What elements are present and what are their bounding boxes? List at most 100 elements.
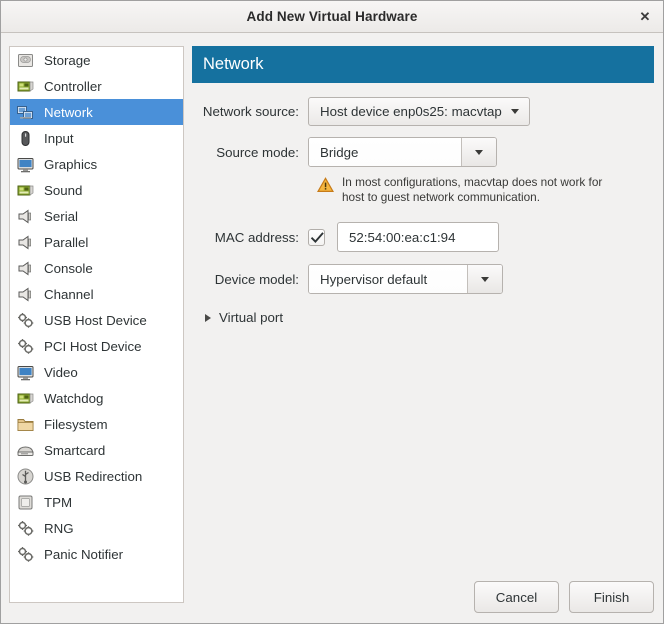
sidebar-item-rng[interactable]: RNG bbox=[10, 515, 183, 541]
source-mode-combo[interactable]: Bridge bbox=[308, 137, 497, 167]
sidebar-item-input[interactable]: Input bbox=[10, 125, 183, 151]
macvtap-warning-text: In most configurations, macvtap does not… bbox=[342, 175, 603, 204]
sidebar-item-panic-notifier[interactable]: Panic Notifier bbox=[10, 541, 183, 567]
sidebar-item-label: Sound bbox=[44, 182, 83, 198]
chevron-right-icon bbox=[205, 313, 211, 322]
sidebar-item-label: Parallel bbox=[44, 234, 89, 250]
device-model-label: Device model: bbox=[214, 271, 299, 287]
sidebar-item-label: Filesystem bbox=[44, 416, 108, 432]
network-form: Network source: Host device enp0s25: mac… bbox=[192, 83, 654, 325]
smartcard-reader-icon bbox=[16, 441, 35, 460]
sidebar-item-label: TPM bbox=[44, 494, 73, 510]
source-mode-dropdown-button[interactable] bbox=[461, 138, 496, 166]
controller-card-icon bbox=[16, 77, 35, 96]
source-mode-value: Bridge bbox=[309, 138, 461, 166]
sidebar-item-label: Storage bbox=[44, 52, 91, 68]
sidebar-item-console[interactable]: Console bbox=[10, 255, 183, 281]
usb-plug-icon bbox=[16, 467, 35, 486]
source-mode-row: Source mode: Bridge bbox=[192, 137, 654, 167]
sound-card-icon bbox=[16, 181, 35, 200]
macvtap-warning: In most configurations, macvtap does not… bbox=[316, 175, 654, 205]
hardware-category-list[interactable]: Storage Controller Network Input Graphics Sou… bbox=[9, 46, 184, 603]
pci-host-gears-icon bbox=[16, 337, 35, 356]
sidebar-item-filesystem[interactable]: Filesystem bbox=[10, 411, 183, 437]
sidebar-item-graphics[interactable]: Graphics bbox=[10, 151, 183, 177]
sidebar-item-label: Channel bbox=[44, 286, 94, 302]
dialog-footer: Cancel Finish bbox=[474, 581, 654, 613]
sidebar-item-tpm[interactable]: TPM bbox=[10, 489, 183, 515]
sidebar-item-label: Watchdog bbox=[44, 390, 104, 406]
monitor-icon bbox=[16, 155, 35, 174]
finish-button[interactable]: Finish bbox=[569, 581, 654, 613]
source-mode-label: Source mode: bbox=[216, 144, 299, 160]
mac-address-value: 52:54:00:ea:c1:94 bbox=[349, 229, 456, 245]
network-icon bbox=[16, 103, 35, 122]
channel-port-icon bbox=[16, 285, 35, 304]
mac-address-input[interactable]: 52:54:00:ea:c1:94 bbox=[337, 222, 499, 252]
sidebar-item-label: USB Redirection bbox=[44, 468, 143, 484]
device-model-combo[interactable]: Hypervisor default bbox=[308, 264, 503, 294]
parallel-port-icon bbox=[16, 233, 35, 252]
sidebar-item-pci-host-device[interactable]: PCI Host Device bbox=[10, 333, 183, 359]
warning-triangle-icon bbox=[316, 177, 335, 198]
sidebar-item-label: Panic Notifier bbox=[44, 546, 124, 562]
network-source-value: Host device enp0s25: macvtap bbox=[320, 104, 502, 119]
device-model-row: Device model: Hypervisor default bbox=[192, 264, 654, 294]
chip-icon bbox=[16, 493, 35, 512]
sidebar-item-label: RNG bbox=[44, 520, 74, 536]
sidebar-item-usb-redirection[interactable]: USB Redirection bbox=[10, 463, 183, 489]
watchdog-card-icon bbox=[16, 389, 35, 408]
sidebar-item-smartcard[interactable]: Smartcard bbox=[10, 437, 183, 463]
chevron-down-icon bbox=[481, 276, 489, 282]
serial-port-icon bbox=[16, 207, 35, 226]
cancel-button[interactable]: Cancel bbox=[474, 581, 559, 613]
sidebar-item-label: Video bbox=[44, 364, 78, 380]
sidebar-item-storage[interactable]: Storage bbox=[10, 47, 183, 73]
network-source-combo[interactable]: Host device enp0s25: macvtap bbox=[308, 97, 530, 126]
video-monitor-icon bbox=[16, 363, 35, 382]
sidebar-item-label: Controller bbox=[44, 78, 102, 94]
sidebar-item-label: Network bbox=[44, 104, 93, 120]
mac-address-row: MAC address: 52:54:00:ea:c1:94 bbox=[192, 222, 654, 252]
sidebar-item-label: Serial bbox=[44, 208, 78, 224]
sidebar-item-network[interactable]: Network bbox=[10, 99, 183, 125]
rng-gears-icon bbox=[16, 519, 35, 538]
virtual-port-expander[interactable]: Virtual port bbox=[205, 310, 654, 325]
close-icon[interactable]: ✕ bbox=[633, 5, 657, 28]
chevron-down-icon bbox=[475, 149, 483, 155]
sidebar-item-label: USB Host Device bbox=[44, 312, 147, 328]
device-model-value: Hypervisor default bbox=[309, 265, 467, 293]
folder-icon bbox=[16, 415, 35, 434]
sidebar-item-label: Smartcard bbox=[44, 442, 106, 458]
panel-header: Network bbox=[192, 46, 654, 83]
panic-gears-icon bbox=[16, 545, 35, 564]
sidebar-item-label: Input bbox=[44, 130, 74, 146]
sidebar-item-sound[interactable]: Sound bbox=[10, 177, 183, 203]
sidebar-item-controller[interactable]: Controller bbox=[10, 73, 183, 99]
sidebar-item-usb-host-device[interactable]: USB Host Device bbox=[10, 307, 183, 333]
network-source-row: Network source: Host device enp0s25: mac… bbox=[192, 97, 654, 126]
chevron-down-icon bbox=[510, 109, 519, 114]
virtual-port-label: Virtual port bbox=[219, 310, 284, 325]
sidebar-item-watchdog[interactable]: Watchdog bbox=[10, 385, 183, 411]
dialog-body: Storage Controller Network Input Graphics Sou… bbox=[1, 33, 663, 623]
panel-title: Network bbox=[203, 55, 264, 73]
mac-address-checkbox[interactable] bbox=[308, 228, 325, 246]
device-model-dropdown-button[interactable] bbox=[467, 265, 502, 293]
sidebar-item-channel[interactable]: Channel bbox=[10, 281, 183, 307]
sidebar-item-label: PCI Host Device bbox=[44, 338, 142, 354]
usb-host-gears-icon bbox=[16, 311, 35, 330]
sidebar-item-parallel[interactable]: Parallel bbox=[10, 229, 183, 255]
console-port-icon bbox=[16, 259, 35, 278]
window-title: Add New Virtual Hardware bbox=[246, 9, 418, 24]
sidebar-item-serial[interactable]: Serial bbox=[10, 203, 183, 229]
titlebar: Add New Virtual Hardware ✕ bbox=[1, 1, 663, 33]
sidebar-item-video[interactable]: Video bbox=[10, 359, 183, 385]
add-hardware-dialog: Add New Virtual Hardware ✕ Storage Contro… bbox=[0, 0, 664, 624]
network-panel: Network Network source: Host device enp0… bbox=[192, 46, 654, 603]
network-source-label: Network source: bbox=[202, 104, 299, 119]
mac-address-label: MAC address: bbox=[214, 229, 299, 245]
sidebar-item-label: Console bbox=[44, 260, 93, 276]
sidebar-item-label: Graphics bbox=[44, 156, 98, 172]
storage-drive-icon bbox=[16, 51, 35, 70]
